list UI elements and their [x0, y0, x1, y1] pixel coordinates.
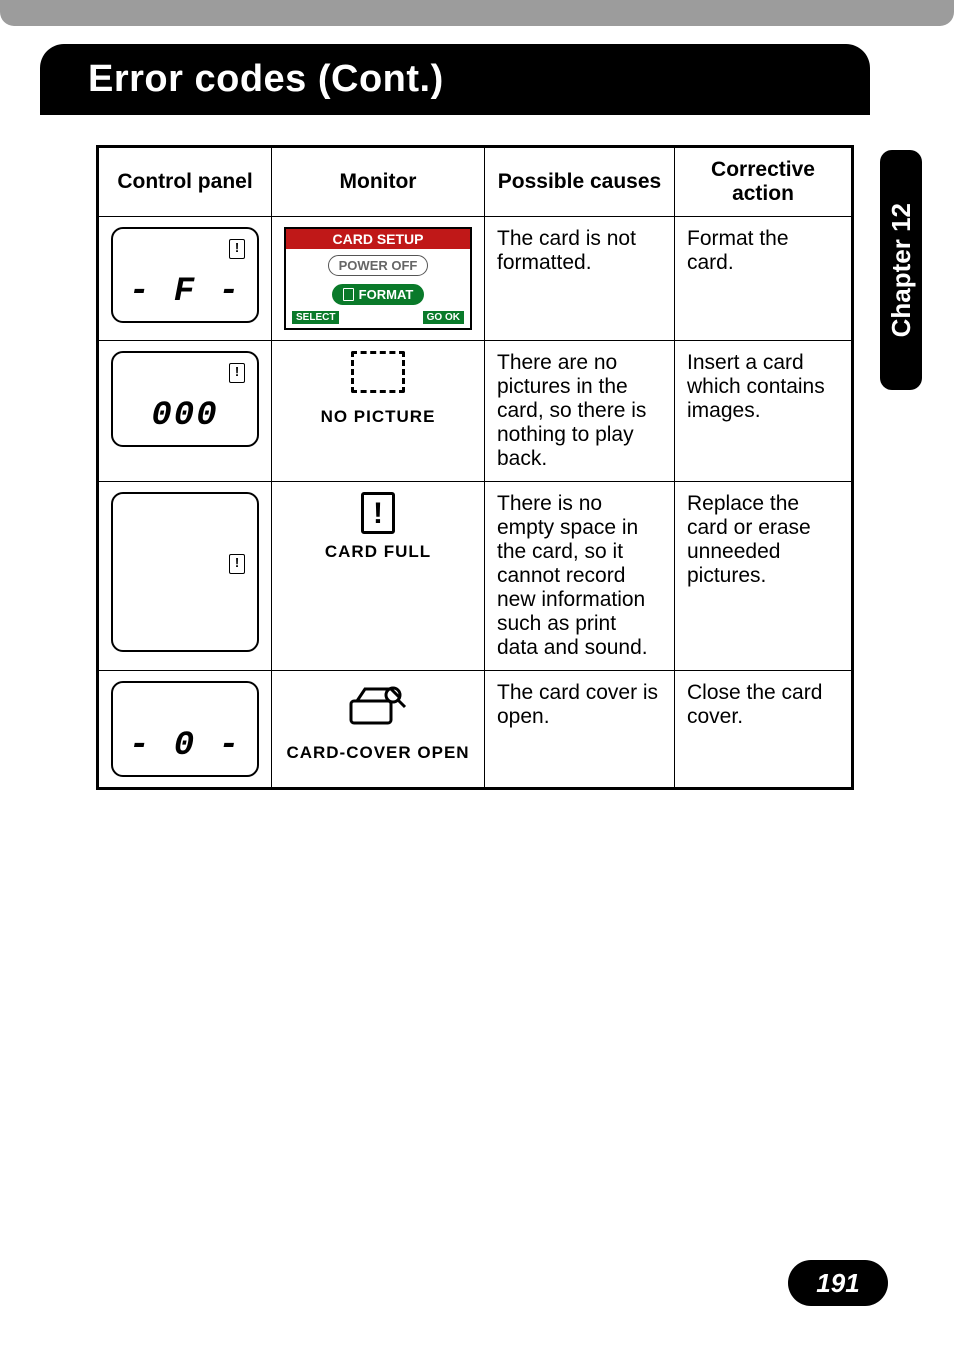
monitor-card-full: ! CARD FULL — [284, 492, 472, 562]
cause-text: The card is not formatted. — [485, 217, 675, 341]
chapter-label: Chapter 12 — [886, 203, 917, 337]
option-power-off: POWER OFF — [328, 255, 429, 276]
action-text: Format the card. — [675, 217, 853, 341]
table-row: - F - CARD SETUP POWER OFF FORMAT SELECT… — [98, 217, 853, 341]
action-text: Close the card cover. — [675, 671, 853, 789]
card-full-icon: ! — [361, 492, 395, 534]
cause-text: There are no pictures in the card, so th… — [485, 341, 675, 482]
cause-text: There is no empty space in the card, so … — [485, 482, 675, 671]
monitor-label: CARD-COVER OPEN — [284, 743, 472, 763]
chapter-side-tab: Chapter 12 — [880, 150, 922, 390]
control-panel-lcd: 000 — [111, 351, 259, 447]
footer-go: GO OK — [423, 311, 464, 324]
content-area: Control panel Monitor Possible causes Co… — [0, 115, 954, 790]
table-row: - 0 - CARD-COVER OPEN — [98, 671, 853, 789]
monitor-label: CARD FULL — [284, 542, 472, 562]
page-number: 191 — [816, 1268, 859, 1298]
cause-text: The card cover is open. — [485, 671, 675, 789]
page-title: Error codes (Cont.) — [88, 58, 870, 101]
table-row: 000 NO PICTURE There are no pictures in … — [98, 341, 853, 482]
card-icon — [343, 288, 354, 301]
error-codes-table: Control panel Monitor Possible causes Co… — [96, 145, 854, 790]
table-row: ! CARD FULL There is no empty space in t… — [98, 482, 853, 671]
control-panel-lcd: - F - — [111, 227, 259, 323]
control-panel-lcd — [111, 492, 259, 652]
monitor-card-setup: CARD SETUP POWER OFF FORMAT SELECT GO OK — [284, 227, 472, 330]
col-causes: Possible causes — [485, 147, 675, 217]
monitor-label: NO PICTURE — [284, 407, 472, 427]
col-monitor: Monitor — [272, 147, 485, 217]
control-panel-lcd: - 0 - — [111, 681, 259, 777]
card-error-icon — [229, 363, 245, 383]
action-text: Insert a card which contains images. — [675, 341, 853, 482]
action-text: Replace the card or erase unneeded pictu… — [675, 482, 853, 671]
lcd-segment-text: 000 — [113, 397, 257, 435]
card-error-icon — [229, 554, 245, 574]
camera-cover-open-icon — [347, 681, 409, 735]
page-title-bar: Error codes (Cont.) — [40, 44, 870, 115]
col-action: Corrective action — [675, 147, 853, 217]
window-top-bar — [0, 0, 954, 26]
lcd-segment-text: - 0 - — [113, 727, 257, 765]
footer-select: SELECT — [292, 311, 339, 324]
card-error-icon — [229, 239, 245, 259]
monitor-no-picture: NO PICTURE — [284, 351, 472, 427]
no-picture-icon — [351, 351, 405, 393]
col-control-panel: Control panel — [98, 147, 272, 217]
monitor-setup-title: CARD SETUP — [286, 229, 470, 249]
option-format: FORMAT — [332, 284, 425, 305]
lcd-segment-text: - F - — [113, 273, 257, 311]
monitor-cover-open: CARD-COVER OPEN — [284, 681, 472, 763]
page-number-badge: 191 — [788, 1260, 888, 1306]
